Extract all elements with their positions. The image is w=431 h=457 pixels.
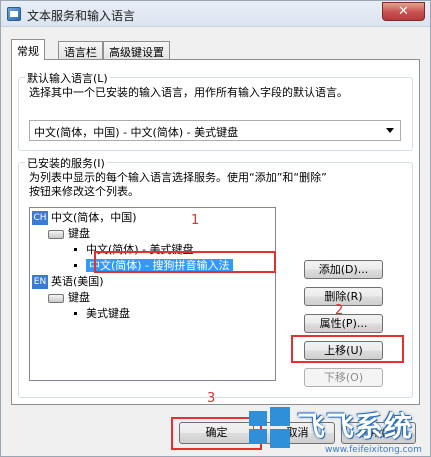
installed-services-description-2: 按钮来修改这个列表。: [29, 185, 139, 198]
default-language-select-value: 中文(简体，中国) - 中文(简体) - 美式键盘: [34, 126, 239, 139]
tree-item-chinese[interactable]: CH 中文(简体，中国): [32, 210, 137, 226]
tab-general[interactable]: 常规: [11, 39, 45, 60]
annotation-number-2: 2: [335, 303, 344, 318]
installed-services-label: 已安装的服务(I): [25, 155, 107, 171]
move-down-button[interactable]: 下移(O): [304, 368, 383, 387]
tree-label-us-keyboard-en: 美式键盘: [86, 307, 130, 320]
windows-logo-icon: [249, 407, 291, 448]
window-title: 文本服务和输入语言: [27, 9, 136, 23]
default-language-select[interactable]: 中文(简体，中国) - 中文(简体) - 美式键盘: [29, 120, 401, 141]
watermark-url: www.feifeixitong.com: [325, 445, 422, 455]
tree-item-chinese-keyboard[interactable]: 键盘: [48, 226, 90, 242]
properties-button[interactable]: 属性(P)...: [304, 314, 383, 333]
installed-services-description-1: 为列表中显示的每个输入语言选择服务。使用“添加”和“删除”: [29, 171, 327, 184]
lang-badge-en: EN: [32, 275, 48, 289]
keyboard-icon: [48, 229, 64, 239]
default-language-label: 默认输入语言(L): [25, 70, 110, 86]
tree-item-us-keyboard-en[interactable]: 美式键盘: [74, 306, 130, 322]
annotation-box-1: [94, 251, 276, 273]
tree-label-english: 英语(美国): [51, 275, 104, 288]
bullet-icon: [74, 263, 77, 267]
watermark-brand: 飞飞系统: [297, 410, 414, 443]
tab-advanced-key-settings[interactable]: 高级键设置: [103, 41, 170, 59]
keyboard-icon: [48, 293, 64, 303]
annotation-number-1: 1: [191, 213, 200, 228]
tab-language-bar[interactable]: 语言栏: [58, 41, 103, 59]
title-bar[interactable]: 文本服务和输入语言 ✕: [1, 1, 430, 27]
lang-badge-ch: CH: [32, 211, 48, 225]
default-language-description: 选择其中一个已安装的输入语言，用作所有输入字段的默认语言。: [29, 86, 348, 99]
add-button[interactable]: 添加(D)...: [304, 260, 383, 279]
tree-item-english[interactable]: EN 英语(美国): [32, 274, 104, 290]
bullet-icon: [74, 247, 77, 251]
keyboard-app-icon: [7, 7, 21, 21]
chevron-down-icon: [386, 128, 394, 133]
tree-label-keyboard-en: 键盘: [68, 291, 90, 304]
installed-services-tree[interactable]: CH 中文(简体，中国) 键盘 中文(简体) - 美式键盘 中文(简体) - 搜狗…: [29, 207, 276, 381]
default-language-group: 默认输入语言(L) 选择其中一个已安装的输入语言，用作所有输入字段的默认语言。 …: [18, 70, 413, 151]
bullet-icon: [74, 311, 77, 315]
dialog-window: 文本服务和输入语言 ✕ 常规 语言栏 高级键设置 默认输入语言(L) 选择其中一…: [0, 0, 431, 457]
close-button[interactable]: ✕: [382, 2, 425, 21]
watermark: 飞飞系统 www.feifeixitong.com: [247, 401, 430, 456]
tree-item-english-keyboard[interactable]: 键盘: [48, 290, 90, 306]
tree-label-keyboard: 键盘: [68, 227, 90, 240]
annotation-box-2: [291, 335, 404, 363]
annotation-number-3: 3: [207, 391, 216, 406]
tree-label-chinese: 中文(简体，中国): [51, 211, 137, 224]
remove-button[interactable]: 删除(R): [304, 287, 383, 306]
